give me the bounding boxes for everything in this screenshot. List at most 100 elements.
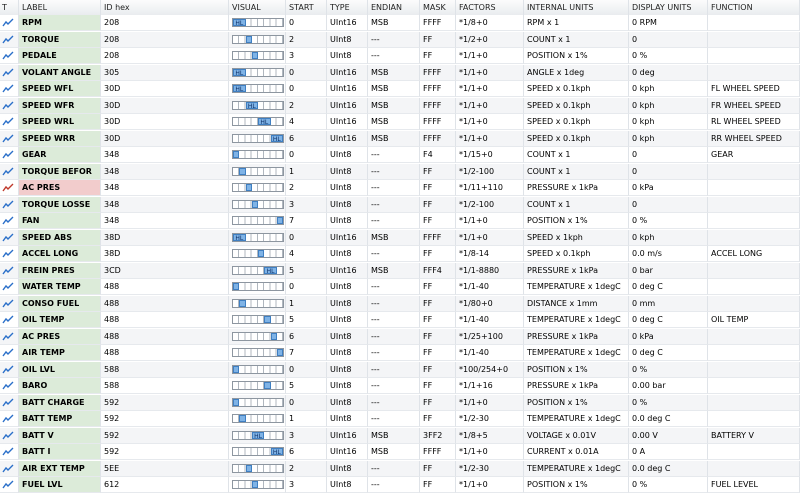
trend-chart-icon[interactable] — [0, 345, 19, 361]
table-row[interactable]: FREIN PRES 3CD HL 5 UInt16 MSB FFF4 *1/1-8880 PR… — [0, 262, 800, 279]
column-header-4[interactable]: START — [286, 0, 327, 15]
table-row[interactable]: VOLANT ANGLE 305 HL 0 UInt16 MSB FFFF *1/1+0 ANG… — [0, 64, 800, 81]
cell-start: 0 — [286, 394, 327, 411]
cell-display: 0 kph — [629, 97, 708, 114]
byte-visual — [229, 279, 286, 295]
cell-endian: --- — [368, 328, 420, 345]
trend-chart-icon[interactable] — [0, 81, 19, 97]
trend-chart-icon[interactable] — [0, 180, 19, 196]
cell-id: 348 — [101, 213, 229, 229]
table-row[interactable]: ACCEL LONG 38D 4 UInt8 --- FF *1/8-14 SPEED x 0… — [0, 246, 800, 262]
cell-display: 0.00 V — [629, 427, 708, 444]
trend-chart-icon[interactable] — [0, 477, 19, 493]
column-header-11[interactable]: FUNCTION — [708, 0, 800, 15]
table-row[interactable]: BATT V 592 HL 3 UInt16 MSB 3FF2 *1/8+5 VOLTAGE x… — [0, 427, 800, 444]
trend-chart-icon[interactable] — [0, 130, 19, 147]
table-row[interactable]: SPEED WRL 30D HL 4 UInt16 MSB FFFF *1/1+0 SPEED … — [0, 114, 800, 130]
table-row[interactable]: BARO 588 5 UInt8 --- FF *1/1+16 PRESSURE x 1kPa… — [0, 378, 800, 394]
trend-chart-icon[interactable] — [0, 427, 19, 444]
byte-highlight — [276, 217, 283, 224]
column-header-8[interactable]: FACTORS — [456, 0, 524, 15]
trend-chart-icon[interactable] — [0, 444, 19, 460]
trend-chart-icon[interactable] — [0, 196, 19, 213]
trend-chart-icon[interactable] — [0, 378, 19, 394]
trend-chart-icon[interactable] — [0, 312, 19, 328]
trend-chart-icon[interactable] — [0, 460, 19, 477]
cell-mask: FF — [420, 312, 456, 328]
table-row[interactable]: AC PRES 488 6 UInt8 --- FF *1/25+100 PRESSURE x… — [0, 328, 800, 345]
column-header-1[interactable]: LABEL — [19, 0, 101, 15]
trend-chart-icon[interactable] — [0, 394, 19, 411]
table-row[interactable]: PEDALE 208 3 UInt8 --- FF *1/1+0 POSITION x 1% 0… — [0, 48, 800, 64]
table-row[interactable]: TORQUE BEFOR 348 1 UInt8 --- FF *1/2-100 COUNT … — [0, 163, 800, 180]
column-header-7[interactable]: MASK — [420, 0, 456, 15]
trend-chart-icon[interactable] — [0, 48, 19, 64]
trend-chart-icon[interactable] — [0, 279, 19, 295]
byte-visual — [229, 394, 286, 411]
cell-function: RR WHEEL SPEED — [708, 130, 800, 147]
table-row[interactable]: CONSO FUEL 488 1 UInt8 --- FF *1/80+0 DISTANCE … — [0, 295, 800, 312]
trend-chart-icon[interactable] — [0, 361, 19, 378]
trend-chart-icon[interactable] — [0, 262, 19, 279]
column-header-6[interactable]: ENDIAN — [368, 0, 420, 15]
cell-function — [708, 31, 800, 48]
table-row[interactable]: TORQUE 208 2 UInt8 --- FF *1/2+0 COUNT x 10 — [0, 31, 800, 48]
table-row[interactable]: SPEED WFR 30D HL 2 UInt16 MSB FFFF *1/1+0 SPEED … — [0, 97, 800, 114]
cell-mask: F4 — [420, 147, 456, 163]
column-header-3[interactable]: VISUAL — [229, 0, 286, 15]
cell-start: 5 — [286, 312, 327, 328]
cell-internal: SPEED x 0.1kph — [524, 97, 629, 114]
table-row[interactable]: AC PRES 348 2 UInt8 --- FF *1/11+110 PRESSURE x… — [0, 180, 800, 196]
byte-visual — [229, 378, 286, 394]
table-row[interactable]: RPM 208 HL 0 UInt16 MSB FFFF *1/8+0 RPM x 10 RPM — [0, 15, 800, 31]
trend-chart-icon[interactable] — [0, 97, 19, 114]
column-header-9[interactable]: INTERNAL UNITS — [524, 0, 629, 15]
cell-mask: FFFF — [420, 97, 456, 114]
cell-type: UInt8 — [327, 477, 368, 493]
trend-chart-icon[interactable] — [0, 64, 19, 81]
table-row[interactable]: SPEED ABS 38D HL 0 UInt16 MSB FFFF *1/1+0 SPEED … — [0, 229, 800, 246]
cell-factors: *1/8+0 — [456, 15, 524, 31]
cell-function — [708, 394, 800, 411]
table-row[interactable]: BATT I 592 HL 6 UInt16 MSB FFFF *1/1+0 CURRENT x… — [0, 444, 800, 460]
trend-chart-icon[interactable] — [0, 213, 19, 229]
table-row[interactable]: BATT TEMP 592 1 UInt8 --- FF *1/2-30 TEMPERATUR… — [0, 411, 800, 427]
table-row[interactable]: BATT CHARGE 592 0 UInt8 --- FF *1/1+0 POSITION … — [0, 394, 800, 411]
trend-chart-icon[interactable] — [0, 114, 19, 130]
trend-chart-icon[interactable] — [0, 246, 19, 262]
trend-chart-icon[interactable] — [0, 328, 19, 345]
table-row[interactable]: AIR TEMP 488 7 UInt8 --- FF *1/1-40 TEMPERATURE… — [0, 345, 800, 361]
table-row[interactable]: FUEL LVL 612 3 UInt8 --- FF *1/1+0 POSITION x 1… — [0, 477, 800, 493]
table-row[interactable]: OIL TEMP 488 5 UInt8 --- FF *1/1-40 TEMPERATURE… — [0, 312, 800, 328]
cell-type: UInt8 — [327, 394, 368, 411]
table-row[interactable]: FAN 348 7 UInt8 --- FF *1/1+0 POSITION x 1% 0 % — [0, 213, 800, 229]
trend-chart-icon[interactable] — [0, 147, 19, 163]
table-row[interactable]: GEAR 348 0 UInt8 --- F4 *1/15+0 COUNT x 1 0 GEAR — [0, 147, 800, 163]
trend-chart-icon[interactable] — [0, 295, 19, 312]
byte-visual — [229, 411, 286, 427]
trend-chart-icon[interactable] — [0, 31, 19, 48]
trend-chart-icon[interactable] — [0, 163, 19, 180]
cell-mask: FFFF — [420, 229, 456, 246]
table-row[interactable]: TORQUE LOSSE 348 3 UInt8 --- FF *1/2-100 COUNT … — [0, 196, 800, 213]
column-header-2[interactable]: ID hex — [101, 0, 229, 15]
cell-start: 0 — [286, 15, 327, 31]
table-row[interactable]: SPEED WFL 30D HL 0 UInt16 MSB FFFF *1/1+0 SPEED … — [0, 81, 800, 97]
table-row[interactable]: OIL LVL 588 0 UInt8 --- FF *100/254+0 POSITION … — [0, 361, 800, 378]
table-row[interactable]: AIR EXT TEMP 5EE 2 UInt8 --- FF *1/2-30 TEMPERA… — [0, 460, 800, 477]
trend-chart-icon[interactable] — [0, 15, 19, 31]
column-header-10[interactable]: DISPLAY UNITS — [629, 0, 708, 15]
cell-internal: TEMPERATURE x 1degC — [524, 312, 629, 328]
column-header-5[interactable]: TYPE — [327, 0, 368, 15]
cell-start: 3 — [286, 48, 327, 64]
cell-mask: FF — [420, 394, 456, 411]
cell-display: 0 deg — [629, 64, 708, 81]
trend-chart-icon[interactable] — [0, 229, 19, 246]
cell-start: 0 — [286, 81, 327, 97]
trend-chart-icon[interactable] — [0, 411, 19, 427]
cell-type: UInt16 — [327, 114, 368, 130]
column-header-0[interactable]: T — [0, 0, 19, 15]
table-row[interactable]: SPEED WRR 30D HL 6 UInt16 MSB FFFF *1/1+0 SPEED … — [0, 130, 800, 147]
table-row[interactable]: WATER TEMP 488 0 UInt8 --- FF *1/1-40 TEMPERATU… — [0, 279, 800, 295]
cell-mask: FF — [420, 31, 456, 48]
